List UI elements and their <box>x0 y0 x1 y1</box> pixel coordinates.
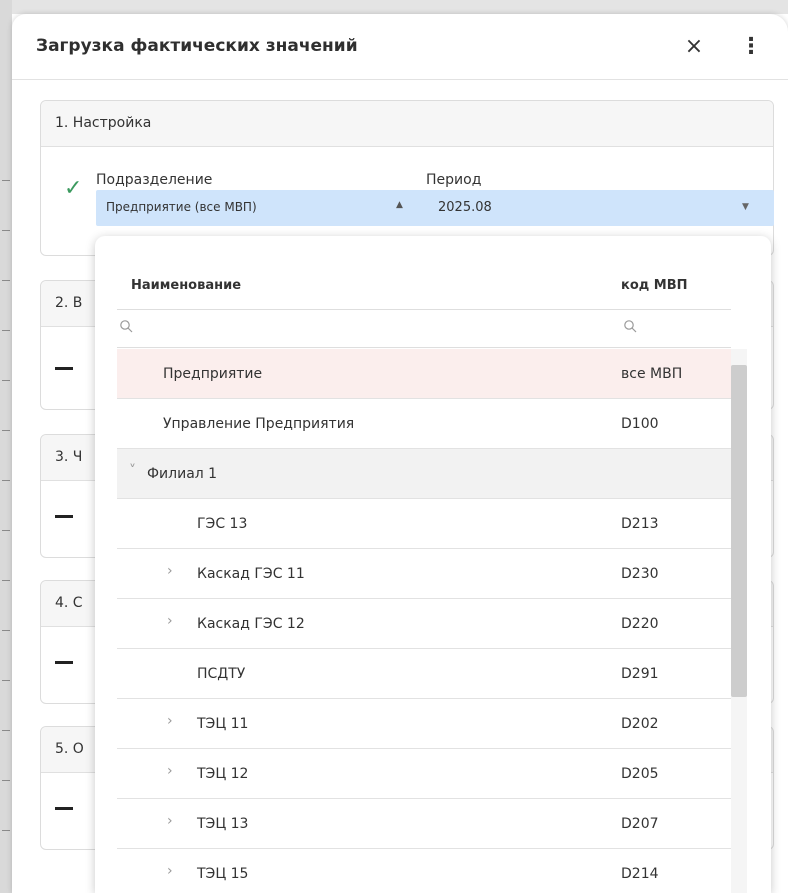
search-icon[interactable] <box>623 319 637 333</box>
list-item[interactable]: Управление Предприятия D100 <box>117 399 731 449</box>
list-item-name: ГЭС 13 <box>197 516 248 532</box>
chevron-right-icon[interactable]: › <box>167 863 173 879</box>
sheet-gridline <box>2 430 10 431</box>
chevron-right-icon[interactable]: › <box>167 713 173 729</box>
list-item[interactable]: › ТЭЦ 15 D214 <box>117 849 731 893</box>
sheet-gridline <box>2 230 10 231</box>
list-item-name: ТЭЦ 11 <box>197 716 249 732</box>
list-item-code: D202 <box>621 716 659 732</box>
dash-icon <box>55 515 73 518</box>
search-icon[interactable] <box>119 319 133 333</box>
dropdown-list: Предприятие все МВП Управление Предприятия… <box>117 349 731 893</box>
list-item-code: D205 <box>621 766 659 782</box>
list-item-name: ТЭЦ 15 <box>197 866 249 882</box>
sheet-gridline <box>2 630 10 631</box>
sheet-gridline <box>2 730 10 731</box>
sheet-gridline <box>2 780 10 781</box>
sheet-gridline <box>2 680 10 681</box>
list-item[interactable]: ГЭС 13 D213 <box>117 499 731 549</box>
background-topline <box>0 0 788 14</box>
period-select[interactable]: 2025.08 <box>438 200 492 215</box>
sheet-gridline <box>2 330 10 331</box>
sheet-gridline <box>2 580 10 581</box>
period-label: Период <box>426 172 482 188</box>
sheet-gridline <box>2 380 10 381</box>
list-item-code: D213 <box>621 516 659 532</box>
list-item[interactable]: › ТЭЦ 13 D207 <box>117 799 731 849</box>
chevron-right-icon[interactable]: › <box>167 813 173 829</box>
list-item-name: ПСДТУ <box>197 666 246 682</box>
dialog-header: Загрузка фактических значений × ⋮ <box>12 14 788 80</box>
sheet-gridline <box>2 530 10 531</box>
upload-dialog: Загрузка фактических значений × ⋮ 1. Нас… <box>12 14 788 893</box>
list-item[interactable]: ПСДТУ D291 <box>117 649 731 699</box>
chevron-right-icon[interactable]: › <box>167 613 173 629</box>
dash-icon <box>55 661 73 664</box>
list-item-name: Каскад ГЭС 12 <box>197 616 305 632</box>
chevron-right-icon[interactable]: › <box>167 563 173 579</box>
dash-icon <box>55 807 73 810</box>
sheet-gridline <box>2 180 10 181</box>
list-item-code: D100 <box>621 416 659 432</box>
column-header-code[interactable]: код МВП <box>621 278 688 293</box>
list-item-code: D220 <box>621 616 659 632</box>
filter-row <box>117 311 731 348</box>
list-item[interactable]: Предприятие все МВП <box>117 349 731 399</box>
list-item-name: Предприятие <box>163 366 263 382</box>
sheet-gridline <box>2 830 10 831</box>
list-item-code: D214 <box>621 866 659 882</box>
scrollbar-thumb[interactable] <box>731 365 747 697</box>
list-item-code: все МВП <box>621 366 683 382</box>
list-item-name: Филиал 1 <box>147 466 218 482</box>
sheet-gridline <box>2 480 10 481</box>
list-item-name: Каскад ГЭС 11 <box>197 566 305 582</box>
caret-down-icon[interactable]: ▼ <box>742 202 749 212</box>
dialog-title: Загрузка фактических значений <box>36 36 358 56</box>
settings-select-bar: Предприятие (все МВП) ▲ 2025.08 ▼ <box>96 190 774 226</box>
list-item-name: Управление Предприятия <box>163 416 355 432</box>
list-item-code: D207 <box>621 816 659 832</box>
dropdown-header: Наименование код МВП <box>117 236 731 310</box>
close-icon[interactable]: × <box>680 34 708 62</box>
list-item[interactable]: ˅ Филиал 1 <box>117 449 731 499</box>
list-item-code: D230 <box>621 566 659 582</box>
subdivision-label: Подразделение <box>96 172 213 188</box>
list-item-name: ТЭЦ 13 <box>197 816 249 832</box>
check-icon: ✓ <box>64 176 83 201</box>
section-header[interactable]: 1. Настройка <box>41 101 773 147</box>
chevron-right-icon[interactable]: › <box>167 763 173 779</box>
chevron-down-icon[interactable]: ˅ <box>129 463 136 479</box>
caret-up-icon[interactable]: ▲ <box>396 200 403 210</box>
list-item-name: ТЭЦ 12 <box>197 766 249 782</box>
more-options-icon[interactable]: ⋮ <box>740 36 762 60</box>
dash-icon <box>55 367 73 370</box>
list-item[interactable]: › ТЭЦ 12 D205 <box>117 749 731 799</box>
background-sheet-edge <box>0 0 12 893</box>
subdivision-dropdown: Наименование код МВП Предприятие все МВП У… <box>95 236 771 893</box>
list-item[interactable]: › ТЭЦ 11 D202 <box>117 699 731 749</box>
column-header-name[interactable]: Наименование <box>131 278 241 293</box>
list-item[interactable]: › Каскад ГЭС 11 D230 <box>117 549 731 599</box>
subdivision-select[interactable]: Предприятие (все МВП) <box>106 200 257 214</box>
list-item[interactable]: › Каскад ГЭС 12 D220 <box>117 599 731 649</box>
sheet-gridline <box>2 280 10 281</box>
list-item-code: D291 <box>621 666 659 682</box>
